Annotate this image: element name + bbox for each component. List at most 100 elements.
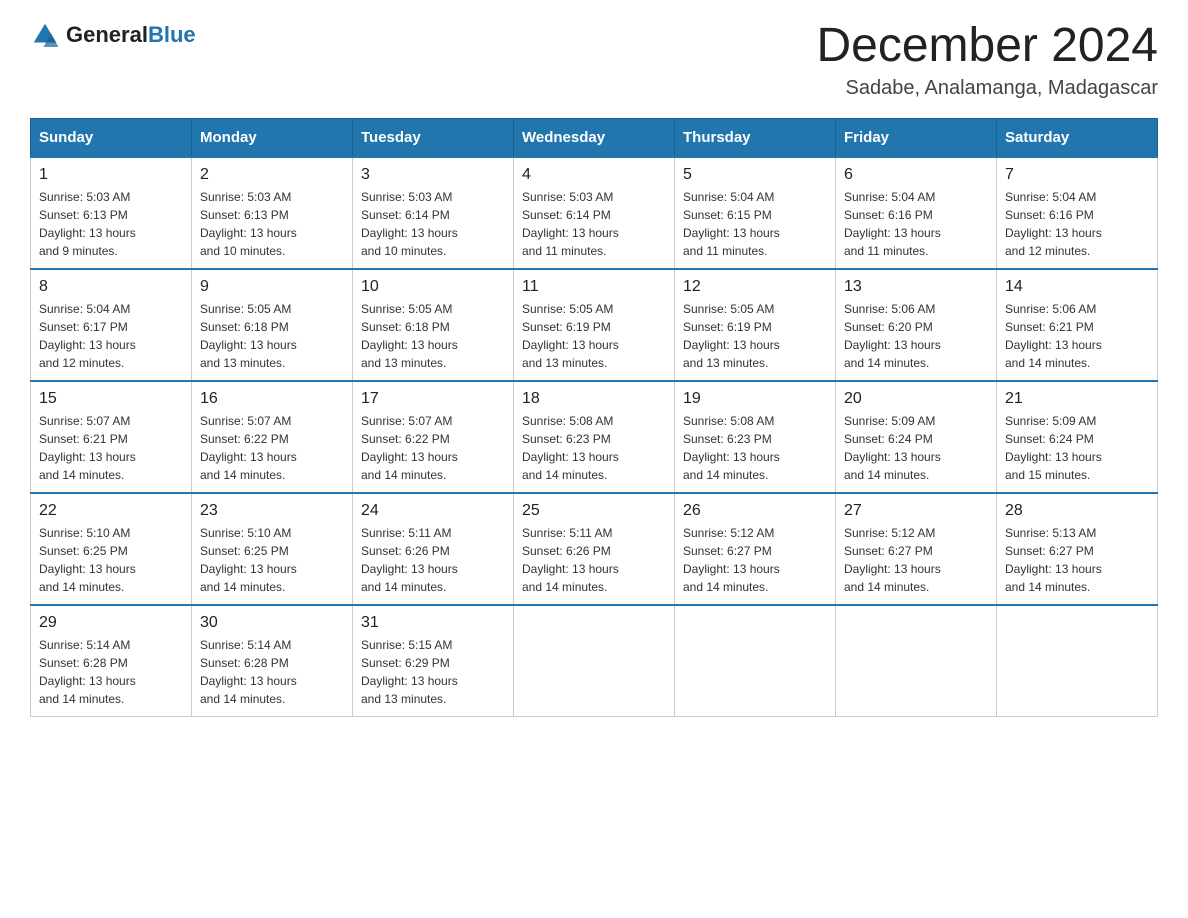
- day-number: 5: [683, 166, 827, 184]
- day-detail: Sunrise: 5:14 AMSunset: 6:28 PMDaylight:…: [39, 636, 183, 708]
- day-detail: Sunrise: 5:10 AMSunset: 6:25 PMDaylight:…: [200, 524, 344, 596]
- calendar-week-row: 8Sunrise: 5:04 AMSunset: 6:17 PMDaylight…: [31, 269, 1158, 381]
- day-detail: Sunrise: 5:08 AMSunset: 6:23 PMDaylight:…: [522, 412, 666, 484]
- calendar-header-row: Sunday Monday Tuesday Wednesday Thursday…: [31, 118, 1158, 157]
- day-number: 10: [361, 278, 505, 296]
- day-detail: Sunrise: 5:05 AMSunset: 6:18 PMDaylight:…: [200, 300, 344, 372]
- table-row: [836, 605, 997, 717]
- day-detail: Sunrise: 5:06 AMSunset: 6:20 PMDaylight:…: [844, 300, 988, 372]
- header-thursday: Thursday: [675, 118, 836, 157]
- day-detail: Sunrise: 5:05 AMSunset: 6:19 PMDaylight:…: [522, 300, 666, 372]
- table-row: 24 Sunrise: 5:11 AMSunset: 6:26 PMDayligh…: [353, 493, 514, 605]
- day-number: 12: [683, 278, 827, 296]
- day-number: 21: [1005, 390, 1149, 408]
- table-row: [675, 605, 836, 717]
- day-detail: Sunrise: 5:04 AMSunset: 6:16 PMDaylight:…: [1005, 188, 1149, 260]
- day-number: 26: [683, 502, 827, 520]
- day-detail: Sunrise: 5:07 AMSunset: 6:22 PMDaylight:…: [361, 412, 505, 484]
- day-number: 23: [200, 502, 344, 520]
- table-row: 6 Sunrise: 5:04 AMSunset: 6:16 PMDaylight…: [836, 157, 997, 269]
- table-row: 25Sunrise: 5:11 AMSunset: 6:26 PMDayligh…: [514, 493, 675, 605]
- table-row: [514, 605, 675, 717]
- day-detail: Sunrise: 5:12 AMSunset: 6:27 PMDaylight:…: [683, 524, 827, 596]
- day-number: 27: [844, 502, 988, 520]
- day-number: 13: [844, 278, 988, 296]
- day-detail: Sunrise: 5:03 AMSunset: 6:13 PMDaylight:…: [200, 188, 344, 260]
- table-row: 15Sunrise: 5:07 AMSunset: 6:21 PMDayligh…: [31, 381, 192, 493]
- table-row: 17 Sunrise: 5:07 AMSunset: 6:22 PMDayligh…: [353, 381, 514, 493]
- day-detail: Sunrise: 5:03 AMSunset: 6:14 PMDaylight:…: [361, 188, 505, 260]
- table-row: 9 Sunrise: 5:05 AMSunset: 6:18 PMDaylight…: [192, 269, 353, 381]
- day-number: 20: [844, 390, 988, 408]
- day-detail: Sunrise: 5:09 AMSunset: 6:24 PMDaylight:…: [1005, 412, 1149, 484]
- table-row: 28Sunrise: 5:13 AMSunset: 6:27 PMDayligh…: [997, 493, 1158, 605]
- day-detail: Sunrise: 5:03 AMSunset: 6:14 PMDaylight:…: [522, 188, 666, 260]
- table-row: 7Sunrise: 5:04 AMSunset: 6:16 PMDaylight…: [997, 157, 1158, 269]
- day-number: 9: [200, 278, 344, 296]
- calendar-table: Sunday Monday Tuesday Wednesday Thursday…: [30, 118, 1158, 717]
- day-detail: Sunrise: 5:03 AMSunset: 6:13 PMDaylight:…: [39, 188, 183, 260]
- day-number: 17: [361, 390, 505, 408]
- day-number: 15: [39, 390, 183, 408]
- day-number: 16: [200, 390, 344, 408]
- calendar-week-row: 15Sunrise: 5:07 AMSunset: 6:21 PMDayligh…: [31, 381, 1158, 493]
- day-number: 28: [1005, 502, 1149, 520]
- day-detail: Sunrise: 5:12 AMSunset: 6:27 PMDaylight:…: [844, 524, 988, 596]
- table-row: 29 Sunrise: 5:14 AMSunset: 6:28 PMDayligh…: [31, 605, 192, 717]
- table-row: 12 Sunrise: 5:05 AMSunset: 6:19 PMDayligh…: [675, 269, 836, 381]
- table-row: 26 Sunrise: 5:12 AMSunset: 6:27 PMDayligh…: [675, 493, 836, 605]
- day-number: 24: [361, 502, 505, 520]
- day-number: 29: [39, 614, 183, 632]
- calendar-week-row: 29 Sunrise: 5:14 AMSunset: 6:28 PMDayligh…: [31, 605, 1158, 717]
- day-number: 3: [361, 166, 505, 184]
- day-number: 6: [844, 166, 988, 184]
- day-number: 18: [522, 390, 666, 408]
- day-detail: Sunrise: 5:14 AMSunset: 6:28 PMDaylight:…: [200, 636, 344, 708]
- header-monday: Monday: [192, 118, 353, 157]
- table-row: 20 Sunrise: 5:09 AMSunset: 6:24 PMDayligh…: [836, 381, 997, 493]
- table-row: 10 Sunrise: 5:05 AMSunset: 6:18 PMDayligh…: [353, 269, 514, 381]
- day-detail: Sunrise: 5:15 AMSunset: 6:29 PMDaylight:…: [361, 636, 505, 708]
- logo-icon: [30, 20, 60, 50]
- title-block: December 2024 Sadabe, Analamanga, Madaga…: [816, 20, 1158, 100]
- day-detail: Sunrise: 5:04 AMSunset: 6:15 PMDaylight:…: [683, 188, 827, 260]
- table-row: 22Sunrise: 5:10 AMSunset: 6:25 PMDayligh…: [31, 493, 192, 605]
- day-detail: Sunrise: 5:11 AMSunset: 6:26 PMDaylight:…: [361, 524, 505, 596]
- logo-blue-text: Blue: [148, 22, 196, 47]
- header-friday: Friday: [836, 118, 997, 157]
- day-number: 30: [200, 614, 344, 632]
- table-row: [997, 605, 1158, 717]
- day-detail: Sunrise: 5:09 AMSunset: 6:24 PMDaylight:…: [844, 412, 988, 484]
- table-row: 8Sunrise: 5:04 AMSunset: 6:17 PMDaylight…: [31, 269, 192, 381]
- day-detail: Sunrise: 5:05 AMSunset: 6:18 PMDaylight:…: [361, 300, 505, 372]
- day-number: 1: [39, 166, 183, 184]
- table-row: 27 Sunrise: 5:12 AMSunset: 6:27 PMDayligh…: [836, 493, 997, 605]
- logo: GeneralBlue: [30, 20, 196, 50]
- table-row: 5 Sunrise: 5:04 AMSunset: 6:15 PMDaylight…: [675, 157, 836, 269]
- day-number: 19: [683, 390, 827, 408]
- table-row: 3 Sunrise: 5:03 AMSunset: 6:14 PMDaylight…: [353, 157, 514, 269]
- day-detail: Sunrise: 5:04 AMSunset: 6:16 PMDaylight:…: [844, 188, 988, 260]
- table-row: 31 Sunrise: 5:15 AMSunset: 6:29 PMDayligh…: [353, 605, 514, 717]
- table-row: 16Sunrise: 5:07 AMSunset: 6:22 PMDayligh…: [192, 381, 353, 493]
- day-detail: Sunrise: 5:08 AMSunset: 6:23 PMDaylight:…: [683, 412, 827, 484]
- calendar-week-row: 1 Sunrise: 5:03 AMSunset: 6:13 PMDaylight…: [31, 157, 1158, 269]
- table-row: 30 Sunrise: 5:14 AMSunset: 6:28 PMDayligh…: [192, 605, 353, 717]
- header-sunday: Sunday: [31, 118, 192, 157]
- header-tuesday: Tuesday: [353, 118, 514, 157]
- day-number: 31: [361, 614, 505, 632]
- day-detail: Sunrise: 5:11 AMSunset: 6:26 PMDaylight:…: [522, 524, 666, 596]
- table-row: 23 Sunrise: 5:10 AMSunset: 6:25 PMDayligh…: [192, 493, 353, 605]
- day-detail: Sunrise: 5:05 AMSunset: 6:19 PMDaylight:…: [683, 300, 827, 372]
- day-detail: Sunrise: 5:10 AMSunset: 6:25 PMDaylight:…: [39, 524, 183, 596]
- table-row: 18 Sunrise: 5:08 AMSunset: 6:23 PMDayligh…: [514, 381, 675, 493]
- day-number: 14: [1005, 278, 1149, 296]
- calendar-subtitle: Sadabe, Analamanga, Madagascar: [816, 77, 1158, 100]
- day-detail: Sunrise: 5:04 AMSunset: 6:17 PMDaylight:…: [39, 300, 183, 372]
- day-number: 4: [522, 166, 666, 184]
- day-detail: Sunrise: 5:06 AMSunset: 6:21 PMDaylight:…: [1005, 300, 1149, 372]
- page-header: GeneralBlue December 2024 Sadabe, Analam…: [30, 20, 1158, 100]
- calendar-week-row: 22Sunrise: 5:10 AMSunset: 6:25 PMDayligh…: [31, 493, 1158, 605]
- day-number: 11: [522, 278, 666, 296]
- table-row: 1 Sunrise: 5:03 AMSunset: 6:13 PMDaylight…: [31, 157, 192, 269]
